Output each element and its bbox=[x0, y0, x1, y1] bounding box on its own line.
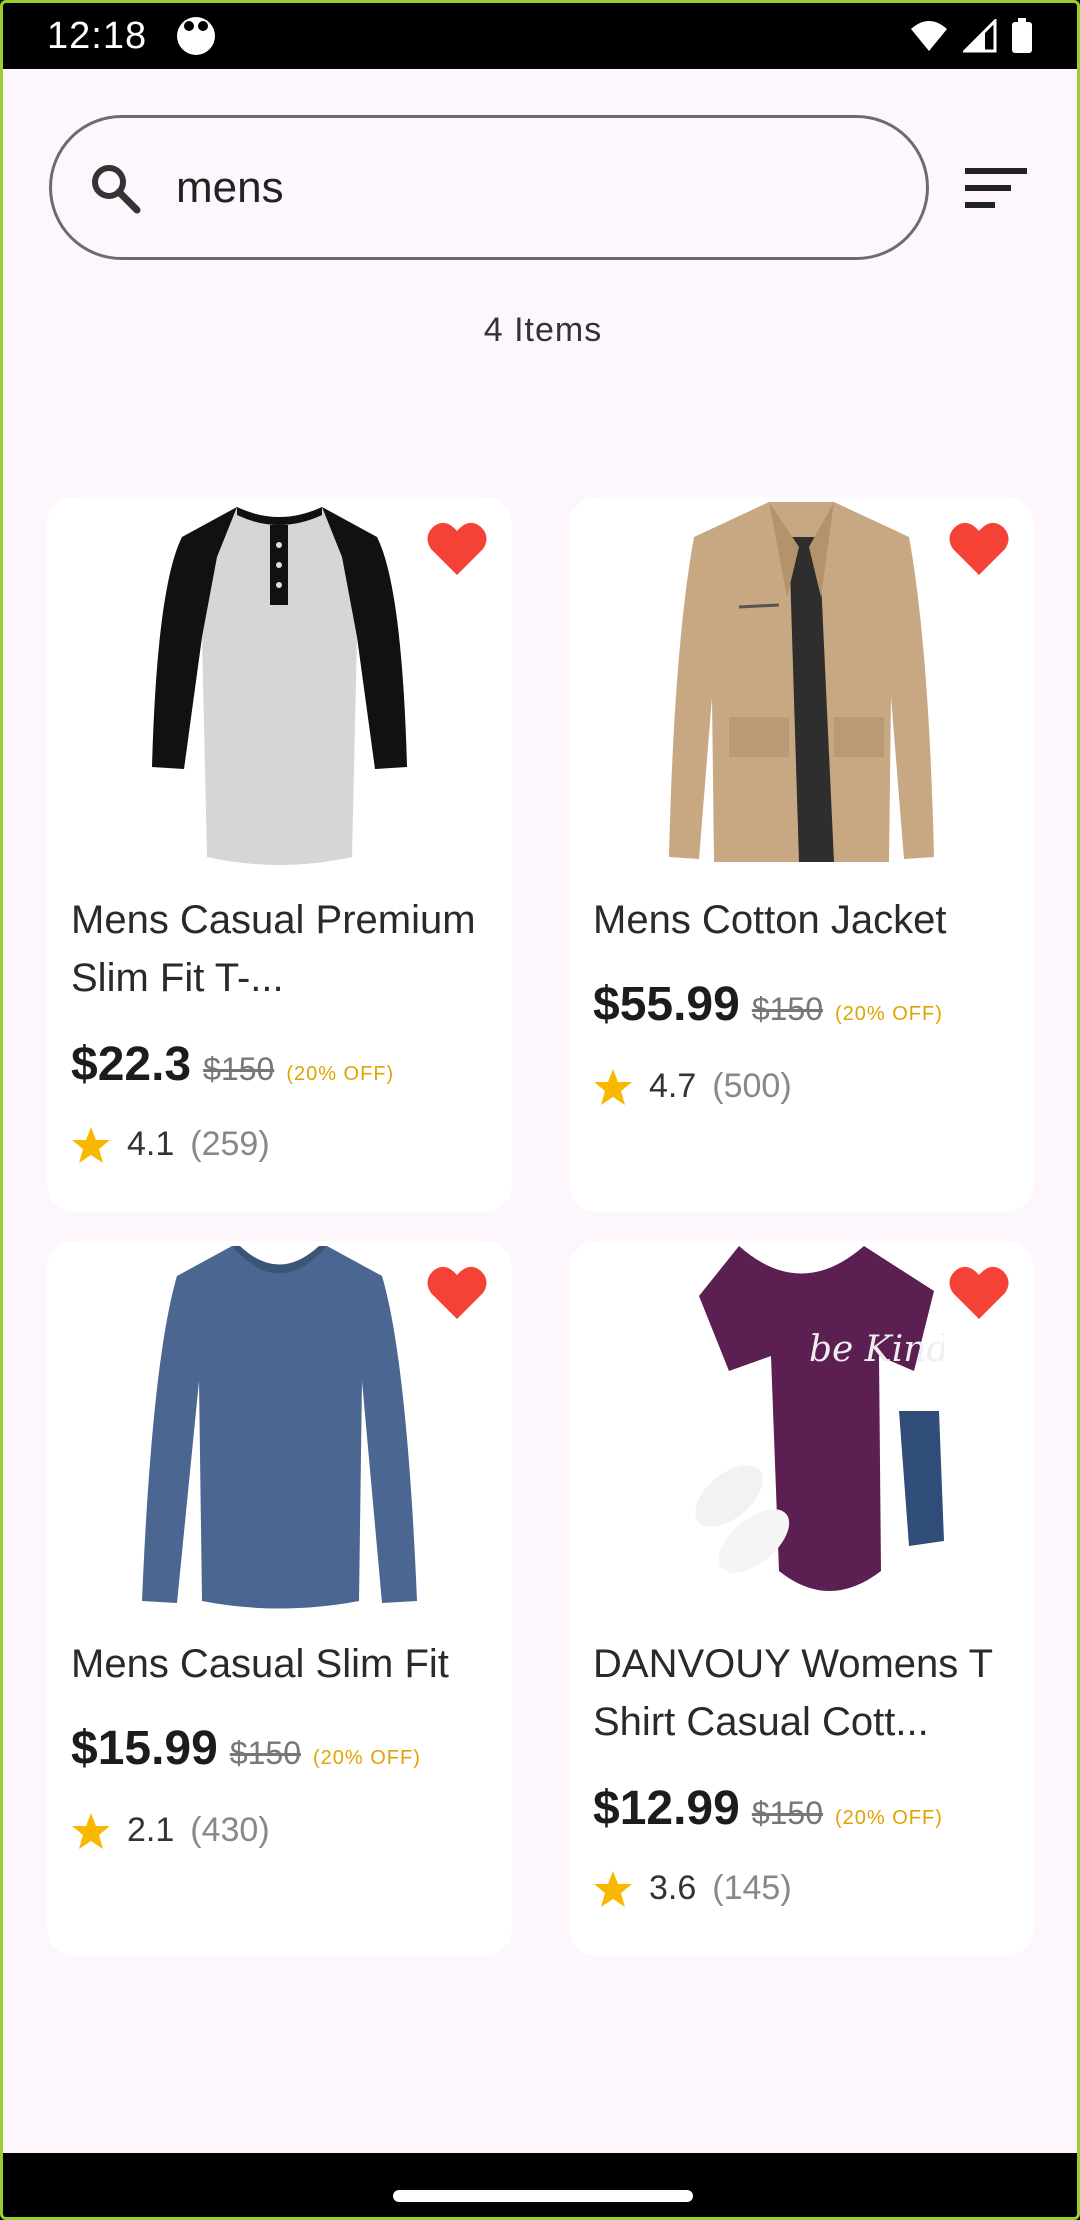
product-title: Mens Cotton Jacket bbox=[593, 898, 947, 942]
price-row: $22.3 $150 (20% OFF) bbox=[71, 1037, 394, 1092]
discount-label: (20% OFF) bbox=[835, 1807, 943, 1829]
star-icon bbox=[72, 1812, 110, 1849]
product-image-khaki-jacket bbox=[669, 502, 934, 862]
favorite-heart-icon[interactable] bbox=[425, 1263, 489, 1323]
cell-signal-icon bbox=[963, 19, 997, 53]
rating-row: 3.6 (145) bbox=[593, 1869, 792, 1908]
status-icons bbox=[909, 18, 1033, 54]
product-card[interactable]: Mens Cotton Jacket $55.99 $150 (20% OFF)… bbox=[569, 497, 1034, 1212]
rating-value: 3.6 bbox=[649, 1869, 697, 1907]
product-title: Mens Casual Slim Fit bbox=[71, 1642, 449, 1686]
star-icon bbox=[594, 1068, 632, 1105]
system-nav-bar bbox=[3, 2153, 1077, 2217]
search-bar[interactable]: mens bbox=[49, 115, 929, 260]
price-row: $12.99 $150 (20% OFF) bbox=[593, 1781, 943, 1836]
wifi-icon bbox=[911, 21, 947, 51]
product-price: $15.99 bbox=[71, 1722, 218, 1775]
product-card[interactable]: Mens Casual Premium Slim Fit T-... $22.3… bbox=[47, 497, 512, 1212]
notification-app-icon bbox=[177, 17, 216, 55]
home-gesture-handle[interactable] bbox=[393, 2190, 693, 2202]
battery-icon bbox=[1012, 18, 1032, 53]
product-card[interactable]: Mens Casual Slim Fit $15.99 $150 (20% OF… bbox=[47, 1241, 512, 1956]
product-card[interactable]: be Kind DANVOUY Womens T Shirt Casual Co… bbox=[569, 1241, 1034, 1956]
rating-row: 4.7 (500) bbox=[593, 1067, 792, 1106]
favorite-heart-icon[interactable] bbox=[425, 519, 489, 579]
star-icon bbox=[594, 1870, 632, 1907]
app-screen: 12:18 mens 4 Items Mens Casual Premium S… bbox=[0, 0, 1080, 2220]
product-title: DANVOUY Womens T Shirt Casual Cott... bbox=[593, 1642, 993, 1744]
original-price: $150 bbox=[751, 1795, 823, 1831]
rating-row: 2.1 (430) bbox=[71, 1811, 270, 1850]
product-image-blue-longsleeve bbox=[142, 1246, 417, 1609]
status-bar: 12:18 bbox=[3, 3, 1077, 69]
discount-label: (20% OFF) bbox=[835, 1003, 943, 1025]
original-price: $150 bbox=[751, 991, 823, 1027]
favorite-heart-icon[interactable] bbox=[947, 1263, 1011, 1323]
price-row: $55.99 $150 (20% OFF) bbox=[593, 977, 943, 1032]
original-price: $150 bbox=[229, 1735, 301, 1771]
price-row: $15.99 $150 (20% OFF) bbox=[71, 1721, 421, 1776]
product-image-purple-tshirt: be Kind bbox=[695, 1246, 944, 1591]
review-count: (259) bbox=[190, 1125, 270, 1163]
discount-label: (20% OFF) bbox=[286, 1063, 395, 1085]
favorite-heart-icon[interactable] bbox=[947, 519, 1011, 579]
product-title: Mens Casual Premium Slim Fit T-... bbox=[71, 898, 476, 1000]
search-input[interactable]: mens bbox=[176, 163, 284, 213]
star-icon bbox=[72, 1126, 110, 1163]
rating-value: 4.1 bbox=[127, 1125, 175, 1163]
shirt-print-text: be Kind bbox=[809, 1329, 944, 1370]
review-count: (500) bbox=[712, 1067, 792, 1105]
rating-value: 2.1 bbox=[127, 1811, 175, 1849]
rating-value: 4.7 bbox=[649, 1067, 697, 1105]
review-count: (145) bbox=[712, 1869, 792, 1907]
product-price: $12.99 bbox=[593, 1782, 740, 1835]
review-count: (430) bbox=[190, 1811, 270, 1849]
rating-row: 4.1 (259) bbox=[71, 1125, 270, 1164]
product-price: $55.99 bbox=[593, 978, 740, 1031]
discount-label: (20% OFF) bbox=[313, 1747, 421, 1769]
original-price: $150 bbox=[203, 1051, 275, 1087]
product-price: $22.3 bbox=[71, 1038, 192, 1091]
product-image-henley-shirt bbox=[152, 507, 407, 865]
sort-filter-icon[interactable] bbox=[961, 158, 1031, 218]
status-time: 12:18 bbox=[47, 14, 148, 57]
items-count: 4 Items bbox=[483, 311, 603, 349]
search-icon bbox=[92, 164, 141, 213]
